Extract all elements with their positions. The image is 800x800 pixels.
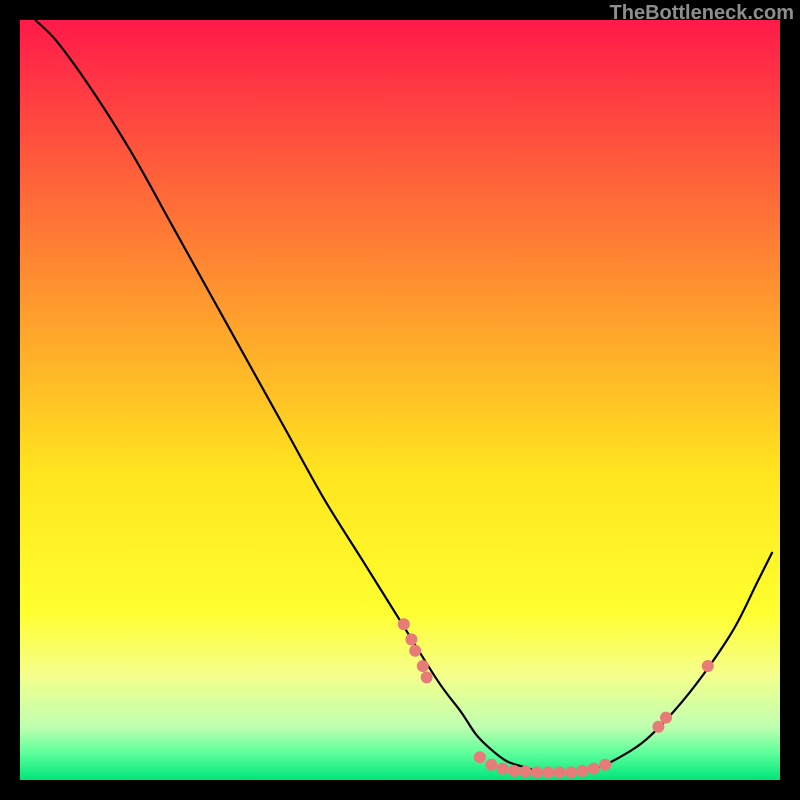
gradient-background xyxy=(20,20,780,780)
data-point xyxy=(542,766,554,778)
watermark-text: TheBottleneck.com xyxy=(610,2,794,25)
data-point xyxy=(508,765,520,777)
data-point xyxy=(576,765,588,777)
data-point xyxy=(702,660,714,672)
data-point xyxy=(405,633,417,645)
data-point xyxy=(554,766,566,778)
data-point xyxy=(599,759,611,771)
data-point xyxy=(398,618,410,630)
data-point xyxy=(474,751,486,763)
data-point xyxy=(485,759,497,771)
data-point xyxy=(519,766,531,778)
data-point xyxy=(409,645,421,657)
data-point xyxy=(531,766,543,778)
data-point xyxy=(565,766,577,778)
data-point xyxy=(417,660,429,672)
data-point xyxy=(421,671,433,683)
data-point xyxy=(588,763,600,775)
bottleneck-chart xyxy=(20,20,780,780)
data-point xyxy=(660,712,672,724)
chart-container: TheBottleneck.com xyxy=(0,0,800,800)
data-point xyxy=(497,763,509,775)
plot-area xyxy=(20,20,780,780)
